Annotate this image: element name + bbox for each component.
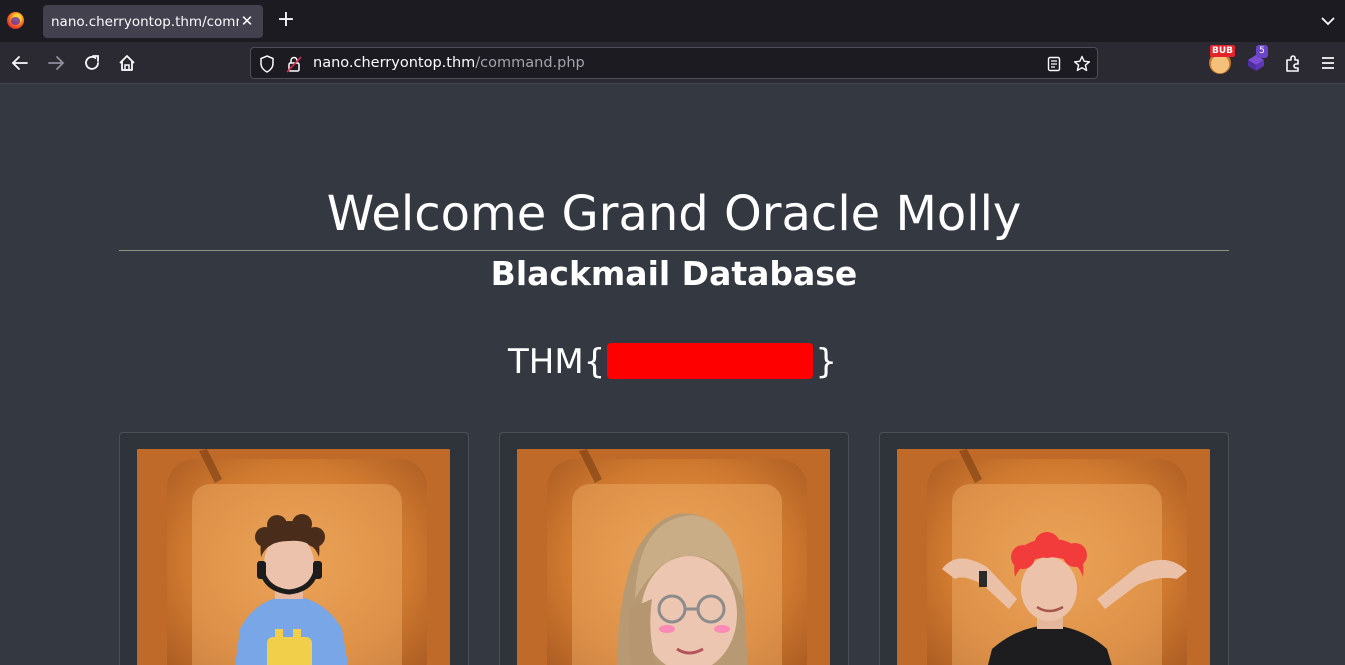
flag-suffix: } [815,342,837,382]
blackmail-card-3 [879,432,1229,665]
blackmail-photo-1 [137,449,450,665]
insecure-lock-icon[interactable] [286,55,302,73]
bookmark-star-icon[interactable] [1073,55,1091,73]
firefox-logo-icon[interactable] [7,12,24,29]
home-icon[interactable] [116,52,138,74]
title-divider [119,250,1229,251]
tab-bar: nano.cherryontop.thm/command.php ✕ + [0,0,1345,42]
reload-icon[interactable] [81,52,103,74]
reader-view-icon[interactable] [1047,56,1061,72]
extensions-puzzle-icon[interactable] [1282,52,1304,74]
url-text[interactable]: nano.cherryontop.thm/command.php [313,55,585,71]
tab-title: nano.cherryontop.thm/command.php [51,14,239,30]
blackmail-card-2 [499,432,849,665]
blackmail-photo-2 [517,449,830,665]
flag-line: THM{} [0,340,1345,384]
forward-icon[interactable] [45,52,67,74]
chevron-down-icon[interactable] [1319,12,1337,30]
blackmail-photo-3 [897,449,1210,665]
blackmail-card-1 [119,432,469,665]
tracking-protection-shield-icon[interactable] [259,55,275,73]
menu-hamburger-icon[interactable] [1317,52,1339,74]
page-content: Welcome Grand Oracle Molly Blackmail Dat… [0,85,1345,665]
address-bar[interactable]: nano.cherryontop.thm/command.php [250,47,1098,79]
page-title: Welcome Grand Oracle Molly [326,186,1022,242]
page-subtitle: Blackmail Database [490,254,858,293]
bub-extension-badge: BUB [1210,45,1236,57]
navigation-toolbar: nano.cherryontop.thm/command.php BUB 5 [0,42,1345,84]
back-icon[interactable] [9,52,31,74]
flag-redaction-box [607,342,814,379]
extension-count-badge: 5 [1256,45,1268,58]
new-tab-icon[interactable]: + [276,9,296,32]
flag-prefix: THM{ [508,342,606,382]
active-tab[interactable]: nano.cherryontop.thm/command.php ✕ [43,5,263,38]
close-tab-icon[interactable]: ✕ [239,11,255,31]
